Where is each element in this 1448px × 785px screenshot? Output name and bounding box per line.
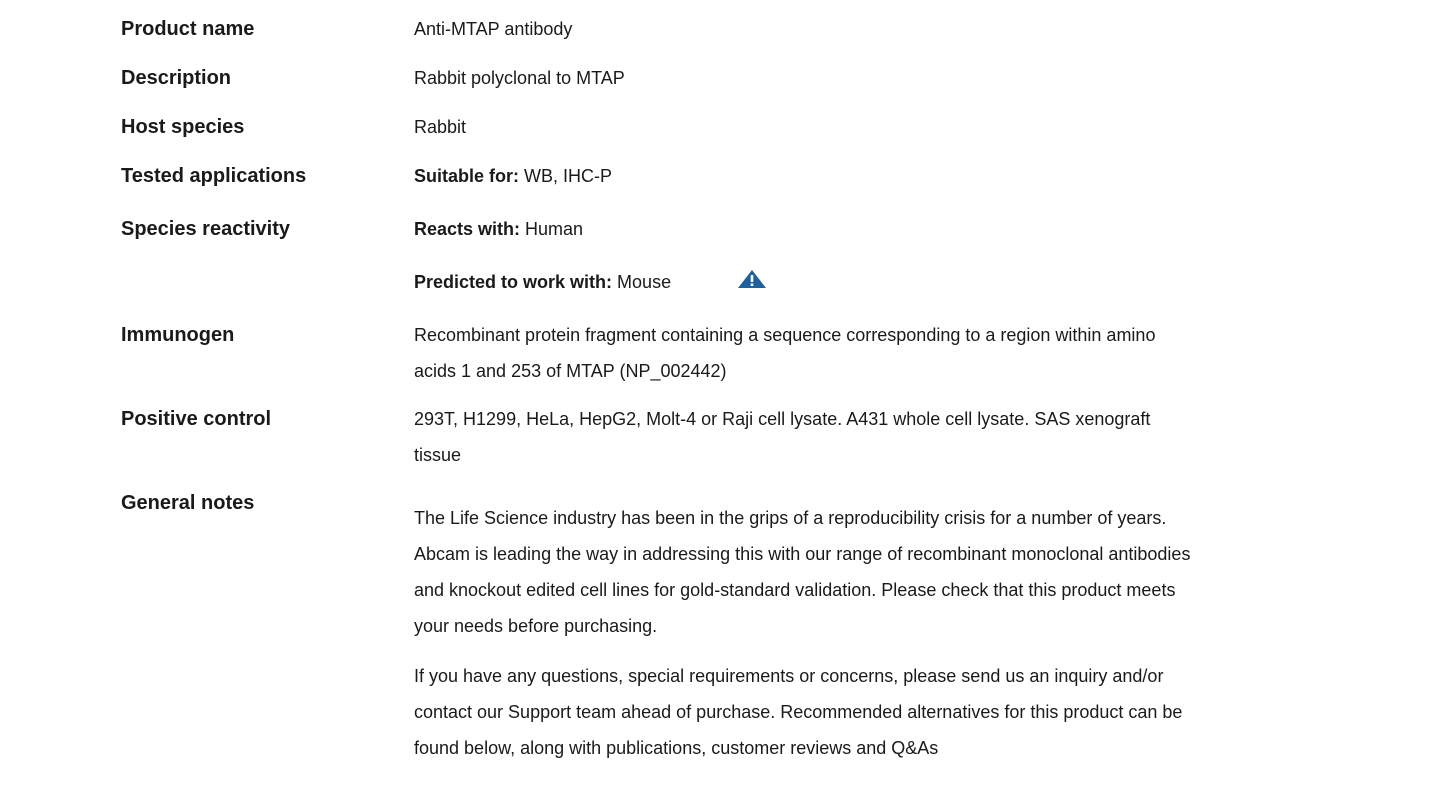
reacts-with-prefix: Reacts with: bbox=[414, 219, 521, 239]
immunogen-line: Recombinant protein fragment containing … bbox=[414, 325, 1156, 345]
notes-line: your needs before purchasing. bbox=[414, 616, 658, 636]
general-notes-paragraph-2: If you have any questions, special requi… bbox=[414, 658, 1414, 766]
value-product-name: Anti-MTAP antibody bbox=[414, 19, 573, 39]
notes-line: found below, along with publications, cu… bbox=[414, 738, 939, 758]
notes-line: If you have any questions, special requi… bbox=[414, 666, 1164, 686]
reacts-with-value: Human bbox=[525, 219, 584, 239]
value-tested-applications: Suitable for: WB, IHC-P bbox=[414, 160, 1414, 192]
value-immunogen: Recombinant protein fragment containing … bbox=[414, 319, 1414, 387]
label-immunogen: Immunogen bbox=[121, 324, 235, 346]
label-general-notes: General notes bbox=[121, 492, 255, 514]
value-description: Rabbit polyclonal to MTAP bbox=[414, 68, 625, 88]
notes-line: and knockout edited cell lines for gold-… bbox=[414, 580, 1176, 600]
label-host-species: Host species bbox=[121, 116, 245, 138]
value-predicted-to-work-with: Predicted to work with: Mouse bbox=[414, 266, 1414, 298]
immunogen-line: acids 1 and 253 of MTAP (NP_002442) bbox=[414, 361, 727, 381]
suitable-for-prefix: Suitable for: bbox=[414, 166, 520, 186]
label-species-reactivity: Species reactivity bbox=[121, 218, 290, 240]
predicted-prefix: Predicted to work with: bbox=[414, 272, 613, 292]
label-description: Description bbox=[121, 67, 232, 89]
label-product-name: Product name bbox=[121, 18, 255, 40]
positive-control-line: tissue bbox=[414, 445, 462, 465]
suitable-for-value: WB, IHC-P bbox=[524, 166, 613, 186]
predicted-value: Mouse bbox=[617, 272, 672, 292]
value-positive-control: 293T, H1299, HeLa, HepG2, Molt-4 or Raji… bbox=[414, 403, 1414, 471]
value-general-notes: The Life Science industry has been in th… bbox=[414, 500, 1414, 766]
notes-line: Abcam is leading the way in addressing t… bbox=[414, 544, 1191, 564]
notes-line: The Life Science industry has been in th… bbox=[414, 508, 1167, 528]
positive-control-line: 293T, H1299, HeLa, HepG2, Molt-4 or Raji… bbox=[414, 409, 1151, 429]
value-host-species: Rabbit bbox=[414, 117, 467, 137]
value-reacts-with: Reacts with: Human bbox=[414, 213, 1414, 245]
label-positive-control: Positive control bbox=[121, 408, 272, 430]
general-notes-paragraph-1: The Life Science industry has been in th… bbox=[414, 500, 1414, 644]
notes-line: contact our Support team ahead of purcha… bbox=[414, 702, 1183, 722]
warning-triangle-icon[interactable] bbox=[737, 269, 767, 289]
label-tested-applications: Tested applications bbox=[121, 165, 307, 187]
